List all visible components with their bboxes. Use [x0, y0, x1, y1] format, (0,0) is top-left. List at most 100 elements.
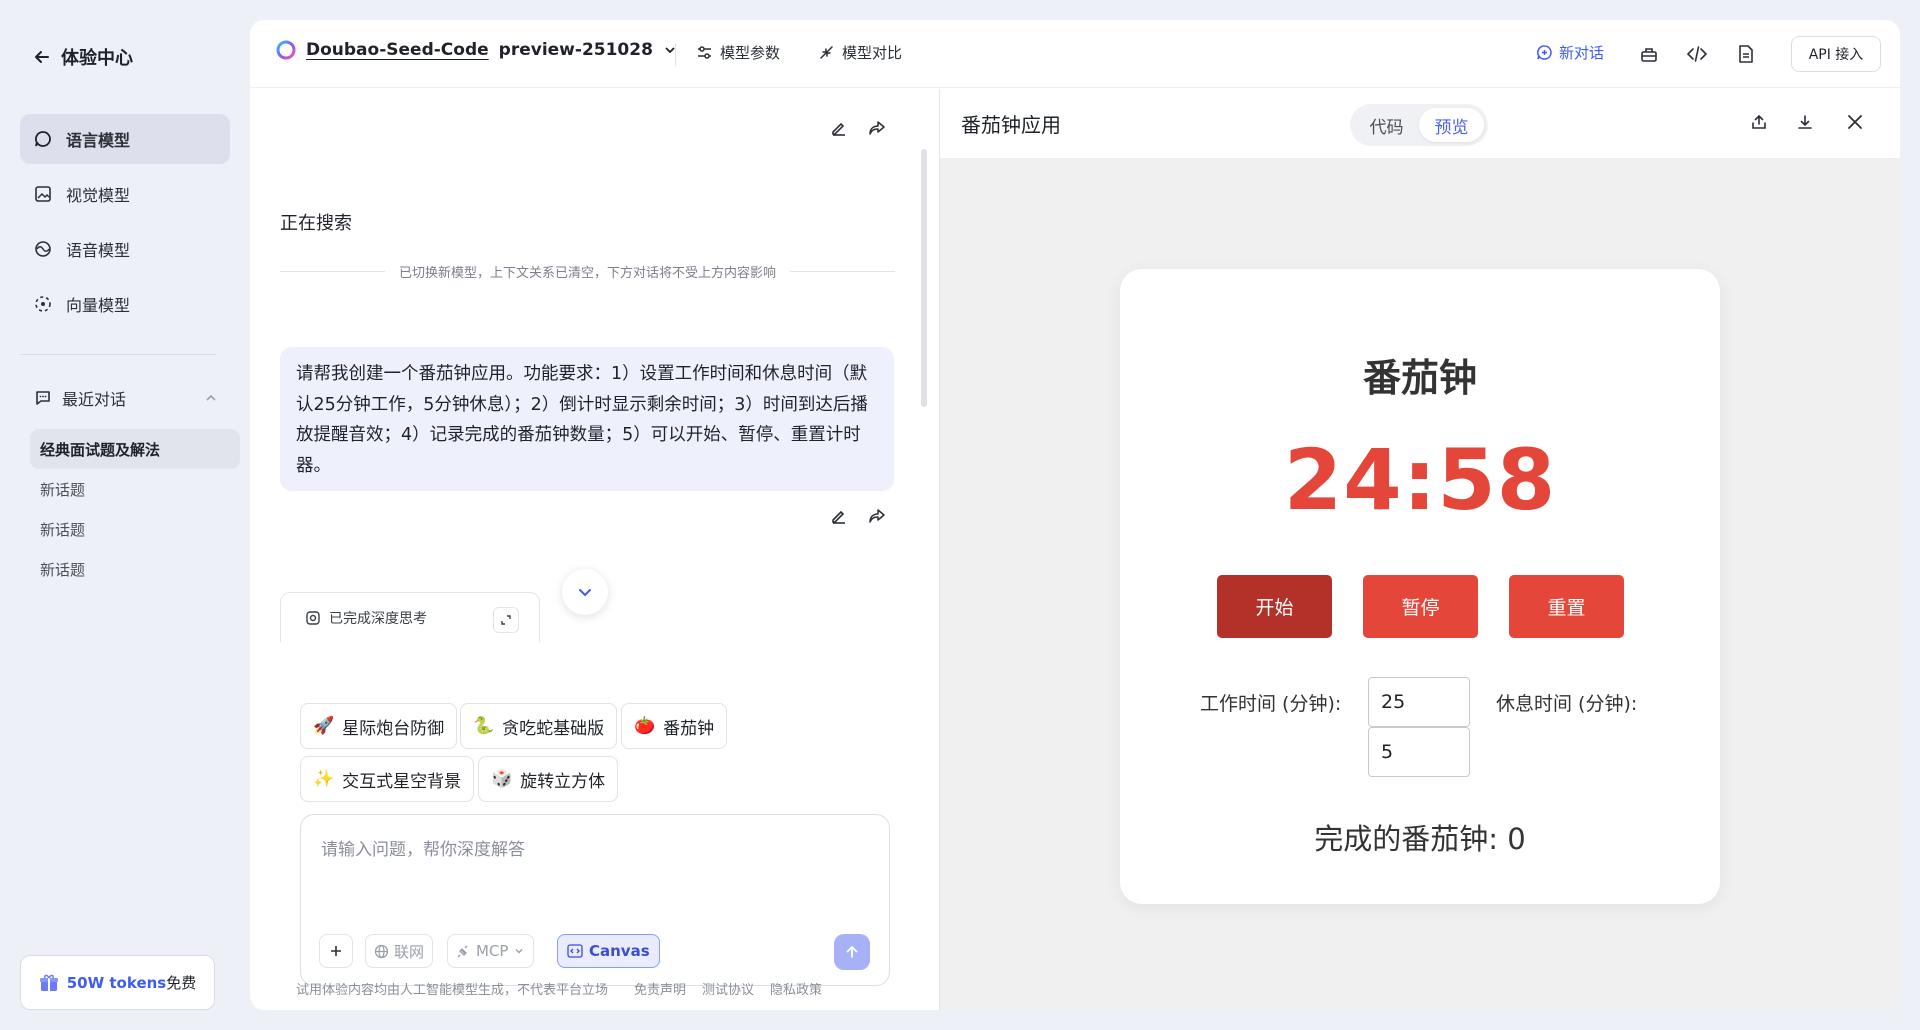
edit-icon[interactable]	[830, 119, 848, 137]
footer-link-disclaimer[interactable]: 免责声明	[634, 979, 686, 998]
mcp-label: MCP	[476, 942, 509, 960]
message-square-icon	[34, 389, 52, 407]
sparkles-icon: ✨	[313, 769, 335, 789]
toolbox-icon[interactable]	[1639, 44, 1659, 64]
sidebar: 体验中心 语言模型 视觉模型 语音模型 向量模型 最近对话 经典面试题及解法 新…	[0, 0, 250, 1030]
rocket-icon: 🚀	[313, 716, 335, 736]
model-compare-button[interactable]: 模型对比	[818, 42, 902, 63]
nav-label: 语言模型	[66, 131, 131, 150]
api-access-button[interactable]: API 接入	[1791, 36, 1881, 72]
compare-arrows-icon	[818, 44, 835, 61]
suggestion-label: 交互式星空背景	[342, 771, 462, 792]
free-tokens-banner[interactable]: 50W tokens免费	[20, 955, 215, 1010]
chat-circle-icon	[34, 130, 52, 148]
download-icon[interactable]	[1796, 113, 1814, 131]
model-params-button[interactable]: 模型参数	[696, 42, 780, 63]
break-time-input[interactable]: 5	[1368, 727, 1470, 777]
tokens-suffix: 免费	[166, 974, 197, 992]
deep-thinking-panel[interactable]: 已完成深度思考	[280, 592, 540, 642]
globe-icon	[374, 944, 389, 959]
new-chat-label: 新对话	[1559, 44, 1605, 62]
send-button[interactable]	[834, 934, 870, 970]
work-time-label: 工作时间 (分钟):	[1200, 693, 1342, 715]
back-to-hub-link[interactable]: 体验中心	[33, 44, 133, 70]
work-time-input[interactable]: 25	[1368, 677, 1470, 727]
nav-item-vector-model[interactable]: 向量模型	[20, 279, 230, 329]
suggestion-chip[interactable]: ✨ 交互式星空背景	[300, 756, 475, 802]
model-selector[interactable]: Doubao-Seed-Code preview-251028	[276, 40, 677, 60]
toolbar-separator	[675, 44, 676, 66]
nav-label: 语音模型	[66, 241, 131, 260]
tab-code[interactable]: 代码	[1354, 108, 1419, 142]
edit-icon[interactable]	[830, 507, 848, 525]
snake-icon: 🐍	[473, 716, 495, 736]
search-status: 正在搜索	[280, 213, 352, 234]
deep-thinking-label: 已完成深度思考	[329, 610, 427, 627]
break-time-label: 休息时间 (分钟):	[1496, 693, 1638, 715]
expand-icon[interactable]	[493, 607, 519, 633]
suggestion-label: 旋转立方体	[520, 771, 606, 792]
chat-column: 正在搜索 已切换新模型，上下文关系已清空，下方对话将不受上方内容影响 请帮我创建…	[250, 89, 938, 1010]
disclaimer-text: 试用体验内容均由人工智能模型生成，不代表平台立场	[296, 983, 609, 998]
pomodoro-app-card: 番茄钟 24:58 开始 暂停 重置 工作时间 (分钟): 25 休息时间 (分…	[1120, 269, 1720, 904]
chat-footer: 试用体验内容均由人工智能模型生成，不代表平台立场 免责声明 测试协议 隐私政策	[296, 979, 822, 998]
tomato-icon: 🍅	[634, 716, 656, 736]
canvas-label: Canvas	[589, 942, 650, 960]
suggestion-chip[interactable]: 🚀 星际炮台防御	[300, 703, 458, 749]
recent-conversations-header[interactable]: 最近对话	[34, 386, 218, 410]
suggestion-chip[interactable]: 🐍 贪吃蛇基础版	[460, 703, 618, 749]
chat-input-box[interactable]: 请输入问题，帮你深度解答 联网 MCP Canvas	[300, 814, 890, 986]
model-version: preview-251028	[498, 40, 653, 60]
model-name: Doubao-Seed-Code	[306, 40, 489, 60]
close-icon[interactable]	[1846, 113, 1864, 131]
nav-item-language-model[interactable]: 语言模型	[20, 114, 230, 164]
share-icon[interactable]	[868, 507, 886, 525]
new-chat-button[interactable]: 新对话	[1536, 42, 1604, 63]
completed-count: 完成的番茄钟: 0	[1314, 822, 1526, 856]
share-icon[interactable]	[868, 119, 886, 137]
canvas-toggle[interactable]: Canvas	[557, 934, 660, 968]
open-external-icon[interactable]	[1750, 113, 1768, 131]
suggestion-chip[interactable]: 🍅 番茄钟	[621, 703, 728, 749]
pause-button[interactable]: 暂停	[1363, 575, 1478, 638]
start-button[interactable]: 开始	[1217, 575, 1332, 638]
conversation-label: 经典面试题及解法	[40, 440, 161, 459]
footer-link-test-agreement[interactable]: 测试协议	[702, 979, 754, 998]
chat-input-placeholder[interactable]: 请输入问题，帮你深度解答	[321, 835, 525, 860]
document-icon[interactable]	[1737, 44, 1755, 64]
nav-item-vision-model[interactable]: 视觉模型	[20, 169, 230, 219]
reset-button[interactable]: 重置	[1509, 575, 1624, 638]
chevron-down-icon	[576, 583, 594, 601]
plus-icon	[329, 944, 343, 958]
chat-scrollbar[interactable]	[921, 149, 927, 407]
code-icon[interactable]	[1686, 44, 1708, 64]
view-toggle: 代码 预览	[1350, 104, 1488, 146]
conversation-item[interactable]: 新话题	[30, 469, 240, 509]
scroll-to-bottom-button[interactable]	[562, 569, 608, 615]
recent-label: 最近对话	[62, 390, 127, 409]
canvas-title: 番茄钟应用	[961, 113, 1061, 137]
doubao-logo-icon	[276, 40, 296, 60]
countdown-display: 24:58	[1283, 431, 1557, 529]
model-compare-label: 模型对比	[842, 44, 903, 62]
conversation-item[interactable]: 新话题	[30, 549, 240, 589]
web-search-toggle[interactable]: 联网	[365, 934, 434, 968]
suggestion-label: 番茄钟	[663, 718, 715, 739]
canvas-pane: 番茄钟应用 代码 预览 番茄钟 24:58 开始 暂停 重置 工作时间 (分钟)…	[939, 89, 1900, 1010]
mcp-selector[interactable]: MCP	[447, 934, 535, 968]
image-icon	[34, 185, 52, 203]
top-bar: Doubao-Seed-Code preview-251028 模型参数 模型对…	[250, 20, 1900, 88]
vector-icon	[34, 295, 52, 313]
suggestion-chip[interactable]: 🎲 旋转立方体	[478, 756, 619, 802]
gift-icon	[39, 973, 59, 993]
tab-preview[interactable]: 预览	[1419, 108, 1484, 142]
footer-link-privacy[interactable]: 隐私政策	[770, 979, 822, 998]
sliders-icon	[696, 44, 713, 61]
suggestion-label: 星际炮台防御	[342, 718, 445, 739]
arrow-up-icon	[844, 944, 860, 960]
nav-label: 视觉模型	[66, 186, 131, 205]
conversation-item[interactable]: 新话题	[30, 509, 240, 549]
add-attachment-button[interactable]	[319, 934, 353, 968]
conversation-item[interactable]: 经典面试题及解法	[30, 429, 240, 469]
nav-item-speech-model[interactable]: 语音模型	[20, 224, 230, 274]
